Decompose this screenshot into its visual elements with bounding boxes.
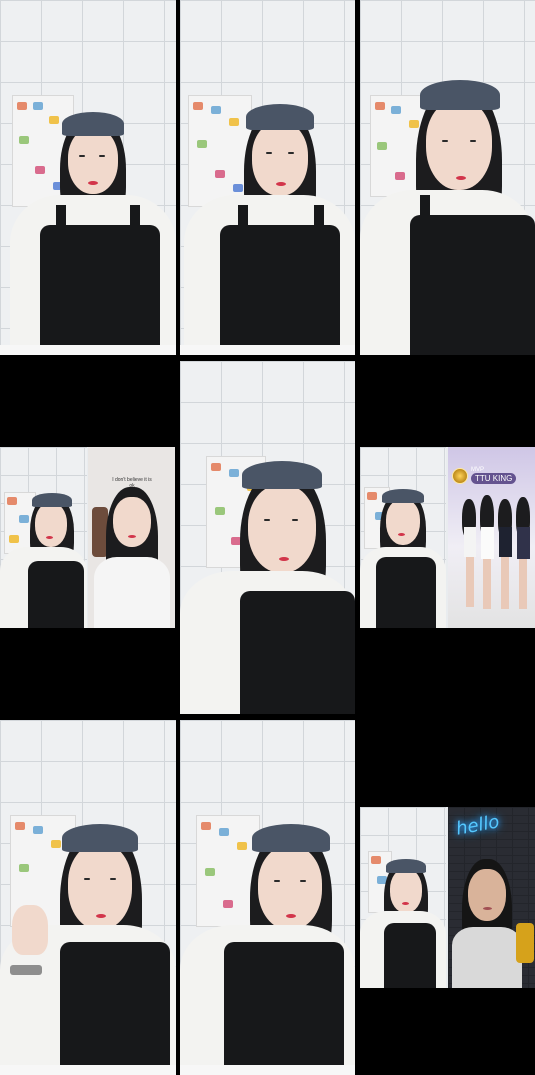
video-panel-7[interactable] [0,720,176,1075]
streamer [180,0,355,355]
duet-left [0,447,87,628]
streamer [180,361,355,714]
duet-panel-4[interactable]: I don't believe it is ok [0,447,175,628]
desk [180,345,355,355]
mvp-badge[interactable]: MVP TTU KING [452,467,517,484]
desk [0,345,176,355]
duet-left [360,447,446,628]
raised-hand [12,905,48,955]
video-panel-8[interactable] [180,720,355,1075]
streamer [0,0,176,355]
duet-left [360,807,446,988]
microphone [516,923,534,963]
desk [0,1065,176,1075]
streamer [180,720,355,1075]
badge-label: TTU KING [471,473,517,484]
video-panel-2[interactable] [180,0,355,355]
desk [180,1065,355,1075]
crown-icon [452,467,468,484]
streamer [0,720,176,1075]
streamer [360,0,535,355]
wrist-watch [10,965,42,975]
video-panel-5[interactable] [180,361,355,714]
video-panel-1[interactable] [0,0,176,355]
video-panel-3[interactable] [360,0,535,355]
duet-right: I don't believe it is ok [88,447,175,628]
duet-right: hello [448,807,535,988]
duet-panel-9[interactable]: hello [360,807,535,988]
duet-right: MVP TTU KING [448,447,535,628]
duet-panel-6[interactable]: MVP TTU KING [360,447,535,628]
